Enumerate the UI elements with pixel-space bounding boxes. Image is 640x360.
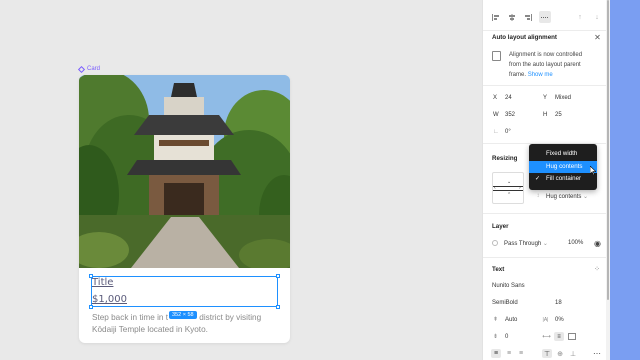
- card-description-line-2: Kōdaiji Temple located in Kyoto.: [92, 324, 208, 334]
- text-align-left-icon[interactable]: ≡: [491, 349, 501, 358]
- h-label: H: [543, 112, 548, 118]
- dropdown-item-fill-container[interactable]: ✓ Fill container: [529, 173, 597, 185]
- y-input[interactable]: Mixed: [555, 95, 571, 101]
- height-resizing-value: Hug contents: [546, 194, 582, 200]
- temple-photo: [79, 75, 290, 268]
- auto-layout-message-line-2: from the auto layout parent: [509, 62, 581, 68]
- dropdown-item-label: Fixed width: [546, 150, 578, 157]
- chevron-right-icon: ›: [519, 185, 521, 191]
- blend-mode-value: Pass Through: [504, 241, 542, 247]
- line-height-icon: ⇞: [492, 317, 499, 323]
- card-title[interactable]: Title: [92, 277, 113, 288]
- size-badge: 352 × 58: [169, 311, 197, 319]
- more-options-icon[interactable]: ⋯: [592, 349, 602, 358]
- x-input[interactable]: 24: [505, 95, 512, 101]
- height-resizing-select[interactable]: Hug contents ⌄: [546, 193, 588, 200]
- card-description-part-2: district by visiting: [197, 313, 262, 322]
- auto-height-icon[interactable]: ≡: [554, 332, 564, 341]
- resize-handle-top-right[interactable]: [276, 274, 280, 278]
- paragraph-spacing-input[interactable]: 0: [505, 334, 508, 340]
- mouse-cursor-icon: [589, 165, 597, 176]
- card-price[interactable]: $1,000: [92, 294, 127, 305]
- document-icon: [492, 51, 501, 61]
- dropdown-item-label: Fill container: [546, 175, 582, 182]
- w-input[interactable]: 352: [505, 112, 515, 118]
- close-icon[interactable]: ✕: [593, 33, 602, 42]
- auto-layout-message-line-1: Alignment is now controlled: [509, 52, 583, 58]
- chevron-down-icon: ⌄: [583, 194, 589, 200]
- divider: [483, 85, 607, 86]
- eye-icon[interactable]: ◉: [593, 239, 602, 248]
- grid-dots-icon[interactable]: ⁘: [593, 265, 601, 273]
- align-horizontal-center-icon[interactable]: [507, 12, 517, 22]
- scrollbar-thumb[interactable]: [607, 0, 609, 300]
- opacity-input[interactable]: 100%: [568, 240, 583, 246]
- frame-label[interactable]: Card: [77, 65, 101, 73]
- fixed-size-icon[interactable]: [568, 333, 576, 340]
- auto-layout-alignment-title: Auto layout alignment: [492, 34, 557, 41]
- rotation-icon: ∟: [493, 129, 499, 135]
- resizing-dropdown-menu: Fixed width Hug contents ✓ Fill containe…: [529, 144, 597, 190]
- x-label: X: [493, 95, 498, 101]
- paragraph-spacing-icon: ⇟: [492, 334, 499, 340]
- divider: [483, 257, 607, 258]
- chevron-left-icon: ‹: [494, 185, 496, 191]
- dropdown-item-fixed-width[interactable]: Fixed width: [529, 148, 597, 160]
- card-description-part-1: Step back in time in t: [92, 313, 168, 322]
- auto-width-icon[interactable]: ⟷: [542, 333, 551, 340]
- frame-label-text: Card: [87, 66, 101, 72]
- h-input[interactable]: 25: [555, 112, 562, 118]
- resize-handle-bottom-right[interactable]: [276, 305, 280, 309]
- text-title: Text: [492, 266, 505, 273]
- rotation-input[interactable]: 0°: [505, 129, 511, 135]
- align-right-icon[interactable]: [523, 12, 533, 22]
- blend-mode-select[interactable]: Pass Through ⌄: [504, 240, 548, 247]
- auto-layout-message: Alignment is now controlled from the aut…: [509, 50, 582, 80]
- dropdown-item-label: Hug contents: [546, 163, 583, 170]
- font-weight-select[interactable]: SemiBold: [492, 300, 518, 306]
- arrow-down-icon[interactable]: ↓: [592, 12, 602, 22]
- resizing-diagram[interactable]: ⌄ ‹ › ⌃: [492, 172, 524, 204]
- divider: [483, 30, 607, 31]
- line-height-input[interactable]: Auto: [505, 317, 517, 323]
- resizing-title: Resizing: [492, 155, 518, 162]
- auto-layout-message-line-3: frame.: [509, 72, 527, 78]
- layer-title: Layer: [492, 223, 509, 230]
- font-size-input[interactable]: 18: [555, 300, 562, 306]
- letter-spacing-input[interactable]: 0%: [555, 317, 564, 323]
- align-left-icon[interactable]: [491, 12, 501, 22]
- font-family-select[interactable]: Nunito Sans: [492, 283, 525, 289]
- show-me-link[interactable]: Show me: [528, 72, 553, 78]
- arrow-up-icon[interactable]: ↑: [575, 12, 585, 22]
- w-label: W: [493, 112, 499, 118]
- text-align-top-icon[interactable]: ⊤: [542, 349, 552, 358]
- align-top-icon[interactable]: [539, 11, 551, 23]
- design-canvas[interactable]: Card Title $1,000 Step back in time in t…: [0, 0, 482, 360]
- y-label: Y: [543, 95, 548, 101]
- text-align-right-icon[interactable]: ≡: [516, 349, 526, 358]
- chevron-up-icon: ⌃: [507, 192, 512, 198]
- checkmark-icon: ✓: [535, 176, 541, 182]
- text-align-bottom-icon[interactable]: ⊥: [568, 349, 578, 358]
- letter-spacing-icon: |A|: [542, 316, 549, 323]
- resize-handle-bottom-left[interactable]: [89, 305, 93, 309]
- text-align-middle-icon[interactable]: ⊕: [555, 349, 565, 358]
- divider: [483, 213, 607, 214]
- card-frame[interactable]: Title $1,000 Step back in time in t dist…: [79, 75, 290, 343]
- text-align-center-icon[interactable]: ≡: [504, 349, 514, 358]
- height-resize-icon: ↕: [536, 193, 540, 199]
- chevron-down-icon: ⌄: [507, 179, 512, 185]
- chevron-down-icon: ⌄: [542, 241, 548, 247]
- side-strip: [610, 0, 640, 360]
- dropdown-item-hug-contents[interactable]: Hug contents: [529, 161, 597, 173]
- component-icon: [77, 65, 86, 73]
- blend-mode-icon: [492, 240, 498, 246]
